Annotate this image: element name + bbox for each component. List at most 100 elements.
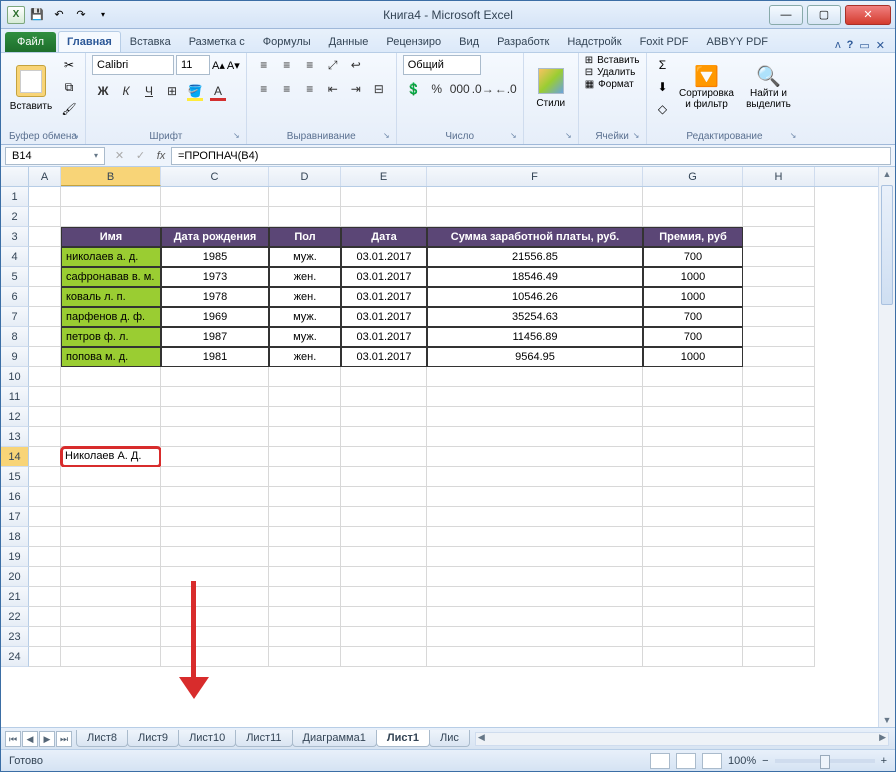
cell[interactable]: 03.01.2017: [341, 307, 427, 327]
cell[interactable]: [269, 387, 341, 407]
align-bottom-icon[interactable]: ≡: [299, 55, 321, 75]
tab-foxit[interactable]: Foxit PDF: [631, 31, 698, 52]
cell[interactable]: 03.01.2017: [341, 327, 427, 347]
row-header[interactable]: 8: [1, 327, 29, 347]
cell[interactable]: [29, 187, 61, 207]
row-header[interactable]: 23: [1, 627, 29, 647]
formula-input[interactable]: =ПРОПНАЧ(B4): [171, 147, 891, 165]
col-header[interactable]: A: [29, 167, 61, 186]
cell[interactable]: [427, 587, 643, 607]
page-break-view-icon[interactable]: [702, 753, 722, 769]
merge-cells-icon[interactable]: ⊟: [368, 79, 390, 99]
col-header[interactable]: B: [61, 167, 161, 186]
cell[interactable]: [29, 567, 61, 587]
cell[interactable]: [269, 367, 341, 387]
cell[interactable]: [427, 407, 643, 427]
tab-abbyy[interactable]: ABBYY PDF: [697, 31, 777, 52]
cell[interactable]: [341, 627, 427, 647]
cell[interactable]: [743, 347, 815, 367]
cell[interactable]: [269, 187, 341, 207]
row-header[interactable]: 22: [1, 607, 29, 627]
row-header[interactable]: 12: [1, 407, 29, 427]
cell[interactable]: [161, 587, 269, 607]
row-header[interactable]: 1: [1, 187, 29, 207]
cell[interactable]: [743, 447, 815, 467]
page-layout-view-icon[interactable]: [676, 753, 696, 769]
cell[interactable]: [643, 367, 743, 387]
cell[interactable]: [161, 527, 269, 547]
first-sheet-icon[interactable]: ⏮: [5, 731, 21, 747]
cell[interactable]: [161, 447, 269, 467]
cell[interactable]: [743, 387, 815, 407]
row-header[interactable]: 4: [1, 247, 29, 267]
cell[interactable]: [341, 387, 427, 407]
cell[interactable]: [743, 467, 815, 487]
cell[interactable]: [341, 547, 427, 567]
cell[interactable]: [269, 467, 341, 487]
grow-font-icon[interactable]: A▴: [212, 59, 225, 72]
horizontal-scrollbar[interactable]: [475, 732, 889, 746]
cell[interactable]: 1973: [161, 267, 269, 287]
cell[interactable]: [29, 287, 61, 307]
cell[interactable]: [29, 467, 61, 487]
tab-home[interactable]: Главная: [58, 31, 121, 52]
cell[interactable]: [61, 467, 161, 487]
cell[interactable]: [269, 607, 341, 627]
cell[interactable]: [643, 567, 743, 587]
clear-icon[interactable]: ◇: [653, 99, 673, 119]
cell[interactable]: коваль л. п.: [61, 287, 161, 307]
styles-button[interactable]: Стили: [530, 55, 572, 121]
cell[interactable]: Дата: [341, 227, 427, 247]
col-header[interactable]: C: [161, 167, 269, 186]
tab-review[interactable]: Рецензиро: [377, 31, 450, 52]
cell[interactable]: [61, 547, 161, 567]
cell[interactable]: [427, 647, 643, 667]
cell[interactable]: [29, 447, 61, 467]
cell[interactable]: 21556.85: [427, 247, 643, 267]
cell[interactable]: [29, 627, 61, 647]
cell[interactable]: [341, 507, 427, 527]
borders-icon[interactable]: ⊞: [161, 81, 183, 101]
cell[interactable]: [643, 407, 743, 427]
tab-data[interactable]: Данные: [320, 31, 378, 52]
row-header[interactable]: 17: [1, 507, 29, 527]
font-color-icon[interactable]: A: [207, 81, 229, 101]
cell[interactable]: [269, 527, 341, 547]
currency-icon[interactable]: 💲: [403, 79, 425, 99]
cell[interactable]: [29, 427, 61, 447]
cell[interactable]: [643, 607, 743, 627]
cell[interactable]: [161, 487, 269, 507]
cell[interactable]: [341, 447, 427, 467]
cell[interactable]: Премия, руб: [643, 227, 743, 247]
cell[interactable]: [743, 607, 815, 627]
align-left-icon[interactable]: ≡: [253, 79, 275, 99]
cell[interactable]: [643, 187, 743, 207]
cell[interactable]: [161, 407, 269, 427]
row-header[interactable]: 11: [1, 387, 29, 407]
cancel-formula-icon[interactable]: ✕: [115, 149, 124, 162]
cell[interactable]: [341, 527, 427, 547]
cell[interactable]: 1000: [643, 347, 743, 367]
cell[interactable]: николаев а. д.: [61, 247, 161, 267]
close-button[interactable]: ✕: [845, 5, 891, 25]
fx-icon[interactable]: fx: [151, 150, 171, 162]
sheet-tab[interactable]: Диаграмма1: [292, 730, 377, 747]
cell[interactable]: 18546.49: [427, 267, 643, 287]
prev-sheet-icon[interactable]: ◀: [22, 731, 38, 747]
cell[interactable]: [61, 487, 161, 507]
cell[interactable]: 03.01.2017: [341, 287, 427, 307]
cell[interactable]: [743, 527, 815, 547]
row-header[interactable]: 21: [1, 587, 29, 607]
cell[interactable]: [743, 287, 815, 307]
cell[interactable]: [29, 407, 61, 427]
fill-color-icon[interactable]: 🪣: [184, 81, 206, 101]
cell[interactable]: [269, 547, 341, 567]
cell[interactable]: 700: [643, 247, 743, 267]
row-header[interactable]: 13: [1, 427, 29, 447]
decrease-indent-icon[interactable]: ⇤: [322, 79, 344, 99]
cell[interactable]: [161, 607, 269, 627]
normal-view-icon[interactable]: [650, 753, 670, 769]
align-top-icon[interactable]: ≡: [253, 55, 275, 75]
last-sheet-icon[interactable]: ⏭: [56, 731, 72, 747]
col-header[interactable]: E: [341, 167, 427, 186]
